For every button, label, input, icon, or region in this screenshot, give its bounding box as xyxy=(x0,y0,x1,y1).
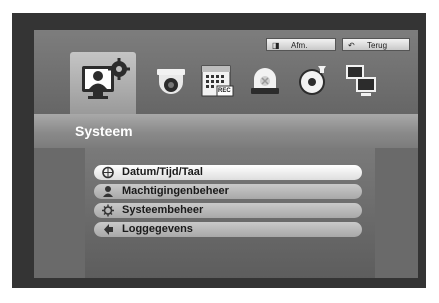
network-icon[interactable] xyxy=(344,62,378,102)
hide-icon: ◨ xyxy=(272,41,280,50)
menu-item-label: Machtigingenbeheer xyxy=(122,185,229,197)
menu-item-systeembeheer[interactable]: Systeembeheer xyxy=(94,203,362,218)
system-settings-icon[interactable] xyxy=(80,58,130,106)
back-button[interactable]: ↶ Terug xyxy=(342,38,410,51)
alarm-icon[interactable] xyxy=(248,64,282,104)
menu-item-label: Systeembeheer xyxy=(122,204,204,216)
camera-icon[interactable] xyxy=(154,66,188,106)
menu-item-datum-tijd-taal[interactable]: Datum/Tijd/Taal xyxy=(94,165,362,180)
user-icon xyxy=(102,184,114,199)
hide-button[interactable]: ◨ Afm. xyxy=(266,38,336,51)
dvr-screen: ◨ Afm. ↶ Terug REC Systeem Datum/Tijd/Ta… xyxy=(34,30,418,278)
record-schedule-icon[interactable]: REC xyxy=(200,62,234,102)
rec-badge: REC xyxy=(218,88,231,94)
backup-disc-icon[interactable] xyxy=(296,64,330,104)
menu-item-loggegevens[interactable]: Loggegevens xyxy=(94,222,362,237)
back-button-label: Terug xyxy=(367,41,388,50)
gear-icon xyxy=(102,203,114,218)
hide-button-label: Afm. xyxy=(291,41,308,50)
toolbar-area: ◨ Afm. ↶ Terug REC xyxy=(34,30,418,114)
return-arrow-icon: ↶ xyxy=(348,41,355,50)
section-title: Systeem xyxy=(75,123,133,139)
menu-item-label: Loggegevens xyxy=(122,223,193,235)
menu-item-label: Datum/Tijd/Taal xyxy=(122,166,203,178)
globe-icon xyxy=(102,165,114,180)
section-title-bar: Systeem xyxy=(34,114,418,148)
menu-item-machtigingenbeheer[interactable]: Machtigingenbeheer xyxy=(94,184,362,199)
log-arrow-icon xyxy=(102,222,114,237)
